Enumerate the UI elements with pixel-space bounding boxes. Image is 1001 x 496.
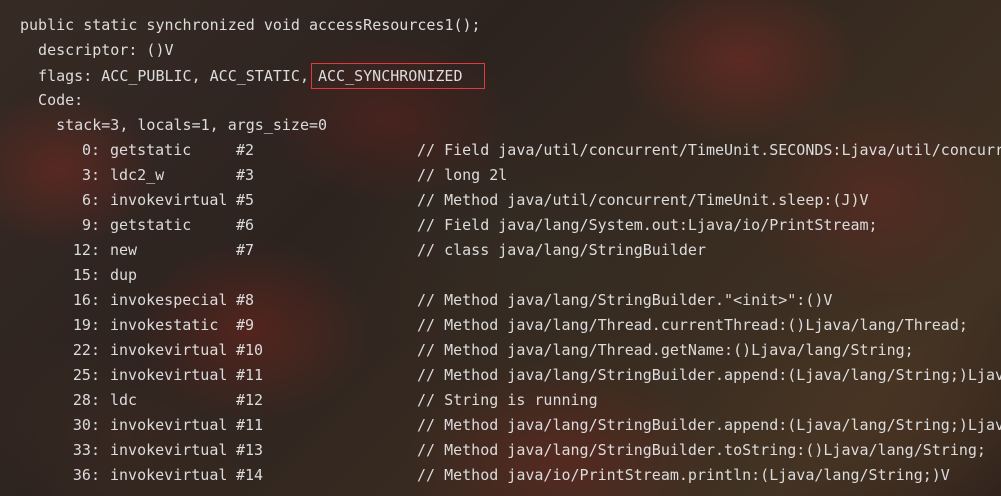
- flags-text: flags: ACC_PUBLIC, ACC_STATIC,: [20, 67, 309, 85]
- instruction: 3: ldc2_w #3: [20, 163, 254, 188]
- instruction-opcode: invokevirtual: [110, 416, 228, 434]
- instruction-operand: #5: [236, 191, 255, 209]
- instruction-row: 0: getstatic #2 // Field java/util/concurre…: [20, 138, 1001, 163]
- instruction: 12: new #7: [20, 238, 254, 263]
- instruction: 16: invokespecial #8: [20, 288, 254, 313]
- instruction: 36: invokevirtual #14: [20, 463, 263, 488]
- method-descriptor: descriptor: ()V: [20, 41, 174, 59]
- instruction-offset: 30:: [72, 416, 100, 434]
- instruction-comment: // Method java/lang/Thread.currentThread…: [417, 316, 968, 334]
- instruction-row: 15: dup: [20, 263, 485, 288]
- instruction-row: 16: invokespecial #8 // Method java/lang/St…: [20, 288, 833, 313]
- instruction-offset: 9:: [81, 216, 100, 234]
- instruction-offset: 19:: [72, 316, 100, 334]
- instruction: 6: invokevirtual #5: [20, 188, 254, 213]
- instruction-comment: // Method java/lang/StringBuilder.toStri…: [417, 441, 986, 459]
- instruction-offset: 15:: [72, 266, 100, 284]
- instruction-comment: // Method java/lang/StringBuilder."<init…: [417, 291, 833, 309]
- instruction-operand: #11: [236, 366, 264, 384]
- instruction-comment: // Field java/lang/System.out:Ljava/io/P…: [417, 216, 878, 234]
- instruction-opcode: ldc2_w: [110, 166, 165, 184]
- instruction-list: 0: getstatic #2 // Field java/util/concurre…: [20, 138, 1001, 488]
- instruction-comment: // Field java/util/concurrent/TimeUnit.S…: [417, 141, 1001, 159]
- instruction-opcode: invokevirtual: [110, 466, 228, 484]
- instruction-row: 33: invokevirtual #13 // Method java/lang/S…: [20, 438, 986, 463]
- instruction-opcode: invokestatic: [110, 316, 219, 334]
- instruction-operand: #3: [236, 166, 255, 184]
- instruction-opcode: getstatic: [110, 216, 192, 234]
- instruction-offset: 25:: [72, 366, 100, 384]
- instruction-opcode: invokevirtual: [110, 191, 228, 209]
- instruction-operand: #2: [236, 141, 255, 159]
- instruction-row: 28: ldc #12 // String is running: [20, 388, 598, 413]
- instruction-comment: // class java/lang/StringBuilder: [417, 241, 706, 259]
- instruction-opcode: invokevirtual: [110, 366, 228, 384]
- instruction-opcode: invokevirtual: [110, 441, 228, 459]
- instruction: 22: invokevirtual #10: [20, 338, 263, 363]
- instruction: 19: invokestatic #9: [20, 313, 254, 338]
- instruction-operand: #10: [236, 341, 264, 359]
- instruction-opcode: new: [110, 241, 138, 259]
- instruction-operand: #9: [236, 316, 255, 334]
- method-signature: public static synchronized void accessRe…: [20, 16, 481, 34]
- instruction-comment: // Method java/io/PrintStream.println:(L…: [417, 466, 950, 484]
- instruction-comment: // String is running: [417, 391, 598, 409]
- instruction: 25: invokevirtual #11: [20, 363, 263, 388]
- instruction-comment: // Method java/lang/Thread.getName:()Lja…: [417, 341, 914, 359]
- instruction-comment: // Method java/util/concurrent/TimeUnit.…: [417, 191, 869, 209]
- method-flags: flags: ACC_PUBLIC, ACC_STATIC, ACC_SYNCHR…: [20, 63, 486, 89]
- instruction: 30: invokevirtual #11: [20, 413, 263, 438]
- instruction-offset: 28:: [72, 391, 100, 409]
- instruction-operand: #13: [236, 441, 264, 459]
- instruction-opcode: invokespecial: [110, 291, 228, 309]
- instruction-offset: 0:: [81, 141, 100, 159]
- instruction-offset: 36:: [72, 466, 100, 484]
- instruction-row: 19: invokestatic #9 // Method java/lang/Thr…: [20, 313, 968, 338]
- instruction-operand: #7: [236, 241, 255, 259]
- instruction-row: 25: invokevirtual #11 // Method java/lang/S…: [20, 363, 1001, 388]
- bytecode-listing: public static synchronized void accessRe…: [20, 13, 1001, 488]
- instruction-operand: #11: [236, 416, 264, 434]
- instruction-row: 22: invokevirtual #10 // Method java/lang/T…: [20, 338, 914, 363]
- instruction: 15: dup: [20, 263, 236, 288]
- code-label: Code:: [20, 91, 84, 109]
- instruction: 33: invokevirtual #13: [20, 438, 263, 463]
- instruction-row: 6: invokevirtual #5 // Method java/util/con…: [20, 188, 869, 213]
- instruction-offset: 22:: [72, 341, 100, 359]
- instruction-offset: 33:: [72, 441, 100, 459]
- instruction: 9: getstatic #6: [20, 213, 254, 238]
- instruction-opcode: ldc: [110, 391, 138, 409]
- instruction-row: 30: invokevirtual #11 // Method java/lang/S…: [20, 413, 1001, 438]
- instruction-opcode: invokevirtual: [110, 341, 228, 359]
- instruction-operand: #12: [236, 391, 264, 409]
- instruction-row: 9: getstatic #6 // Field java/lang/System.o…: [20, 213, 878, 238]
- instruction-offset: 6:: [81, 191, 100, 209]
- instruction-operand: #14: [236, 466, 264, 484]
- instruction: 0: getstatic #2: [20, 138, 254, 163]
- instruction-operand: #8: [236, 291, 255, 309]
- stack-info: stack=3, locals=1, args_size=0: [20, 116, 328, 134]
- instruction-comment: // Method java/lang/StringBuilder.append…: [417, 416, 1001, 434]
- instruction-opcode: dup: [110, 266, 138, 284]
- instruction-offset: 16:: [72, 291, 100, 309]
- instruction-offset: 3:: [81, 166, 100, 184]
- instruction-row: 12: new #7 // class java/lang/StringBuilder: [20, 238, 706, 263]
- instruction-row: 3: ldc2_w #3 // long 2l: [20, 163, 507, 188]
- instruction-comment: // long 2l: [417, 166, 508, 184]
- instruction-opcode: getstatic: [110, 141, 192, 159]
- instruction: 28: ldc #12: [20, 388, 263, 413]
- instruction-row: 36: invokevirtual #14 // Method java/io/Pri…: [20, 463, 950, 488]
- instruction-comment: // Method java/lang/StringBuilder.append…: [417, 366, 1001, 384]
- instruction-operand: #6: [236, 216, 255, 234]
- instruction-offset: 12:: [72, 241, 100, 259]
- acc-synchronized-highlight: ACC_SYNCHRONIZED: [310, 63, 486, 89]
